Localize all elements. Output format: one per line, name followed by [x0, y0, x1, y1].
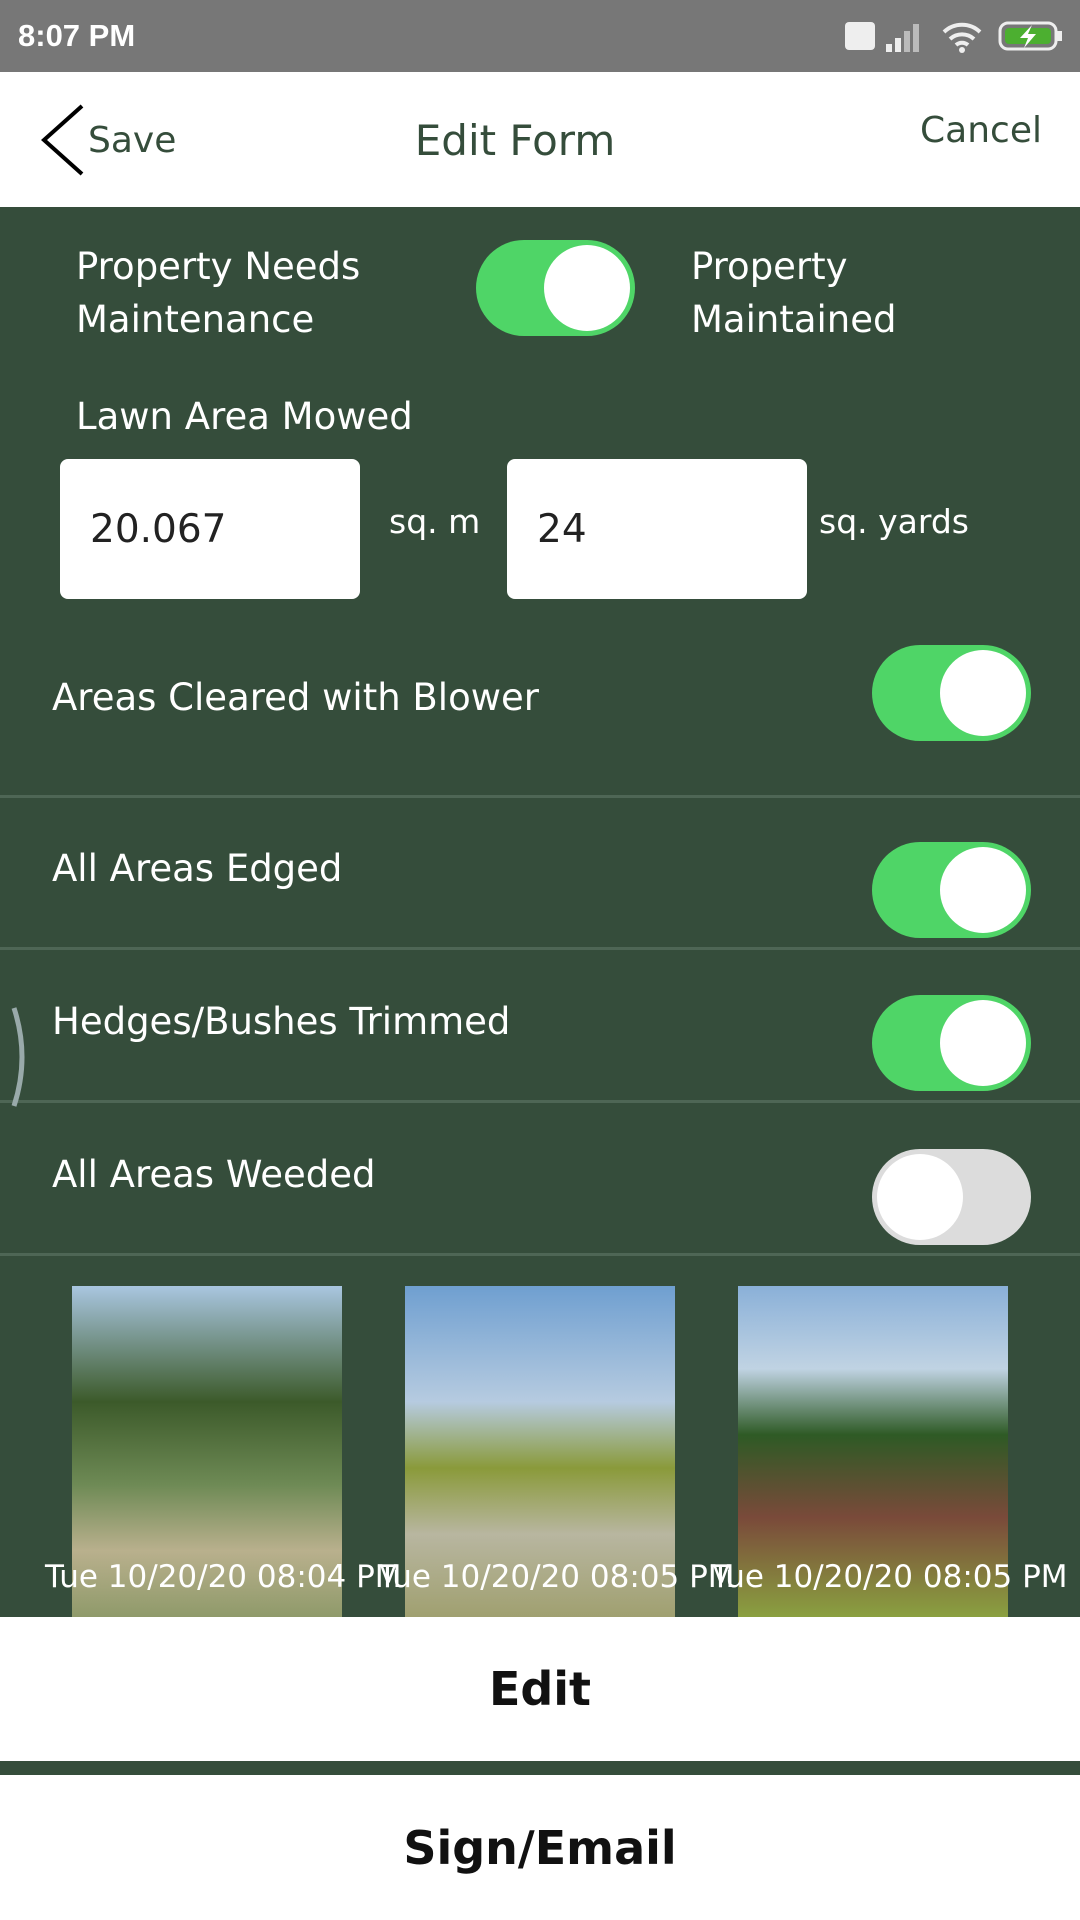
status-bar: 8:07 PM [0, 0, 1080, 72]
weeded-toggle[interactable] [872, 1149, 1031, 1245]
blower-label: Areas Cleared with Blower [52, 676, 539, 719]
photo-caption: Tue 10/20/20 08:04 PM [45, 1559, 402, 1595]
cancel-button[interactable]: Cancel [920, 110, 1042, 151]
photo-caption: Tue 10/20/20 08:05 PM [711, 1559, 1068, 1595]
status-time: 8:07 PM [18, 18, 136, 53]
header-bar: Save Edit Form Cancel [0, 72, 1080, 207]
sqm-input[interactable]: 20.067 [60, 459, 360, 599]
wifi-icon [942, 22, 982, 53]
divider [0, 1253, 1080, 1256]
drawer-handle[interactable] [8, 1004, 32, 1110]
maintenance-left-label: Property Needs Maintenance [76, 245, 361, 341]
divider [0, 795, 1080, 798]
volte-icon [845, 22, 875, 50]
sqyd-unit: sq. yards [819, 502, 969, 541]
hedges-label: Hedges/Bushes Trimmed [52, 1000, 511, 1043]
maintenance-toggle[interactable] [476, 240, 635, 336]
hedges-toggle[interactable] [872, 995, 1031, 1091]
sqyd-input[interactable]: 24 [507, 459, 807, 599]
blower-toggle[interactable] [872, 645, 1031, 741]
signal-icon [886, 24, 919, 52]
maintenance-right-label: Property Maintained [691, 245, 897, 341]
weeded-label: All Areas Weeded [52, 1153, 376, 1196]
divider [0, 1100, 1080, 1103]
sign-email-button[interactable]: Sign/Email [0, 1775, 1080, 1920]
battery-charging-icon [998, 21, 1062, 51]
divider [0, 947, 1080, 950]
sqm-unit: sq. m [389, 502, 481, 541]
photo-caption: Tue 10/20/20 08:05 PM [378, 1559, 735, 1595]
edit-button[interactable]: Edit [0, 1617, 1080, 1761]
edged-toggle[interactable] [872, 842, 1031, 938]
page-title: Edit Form [414, 116, 616, 165]
lawn-area-label: Lawn Area Mowed [76, 395, 413, 438]
edged-label: All Areas Edged [52, 847, 343, 890]
